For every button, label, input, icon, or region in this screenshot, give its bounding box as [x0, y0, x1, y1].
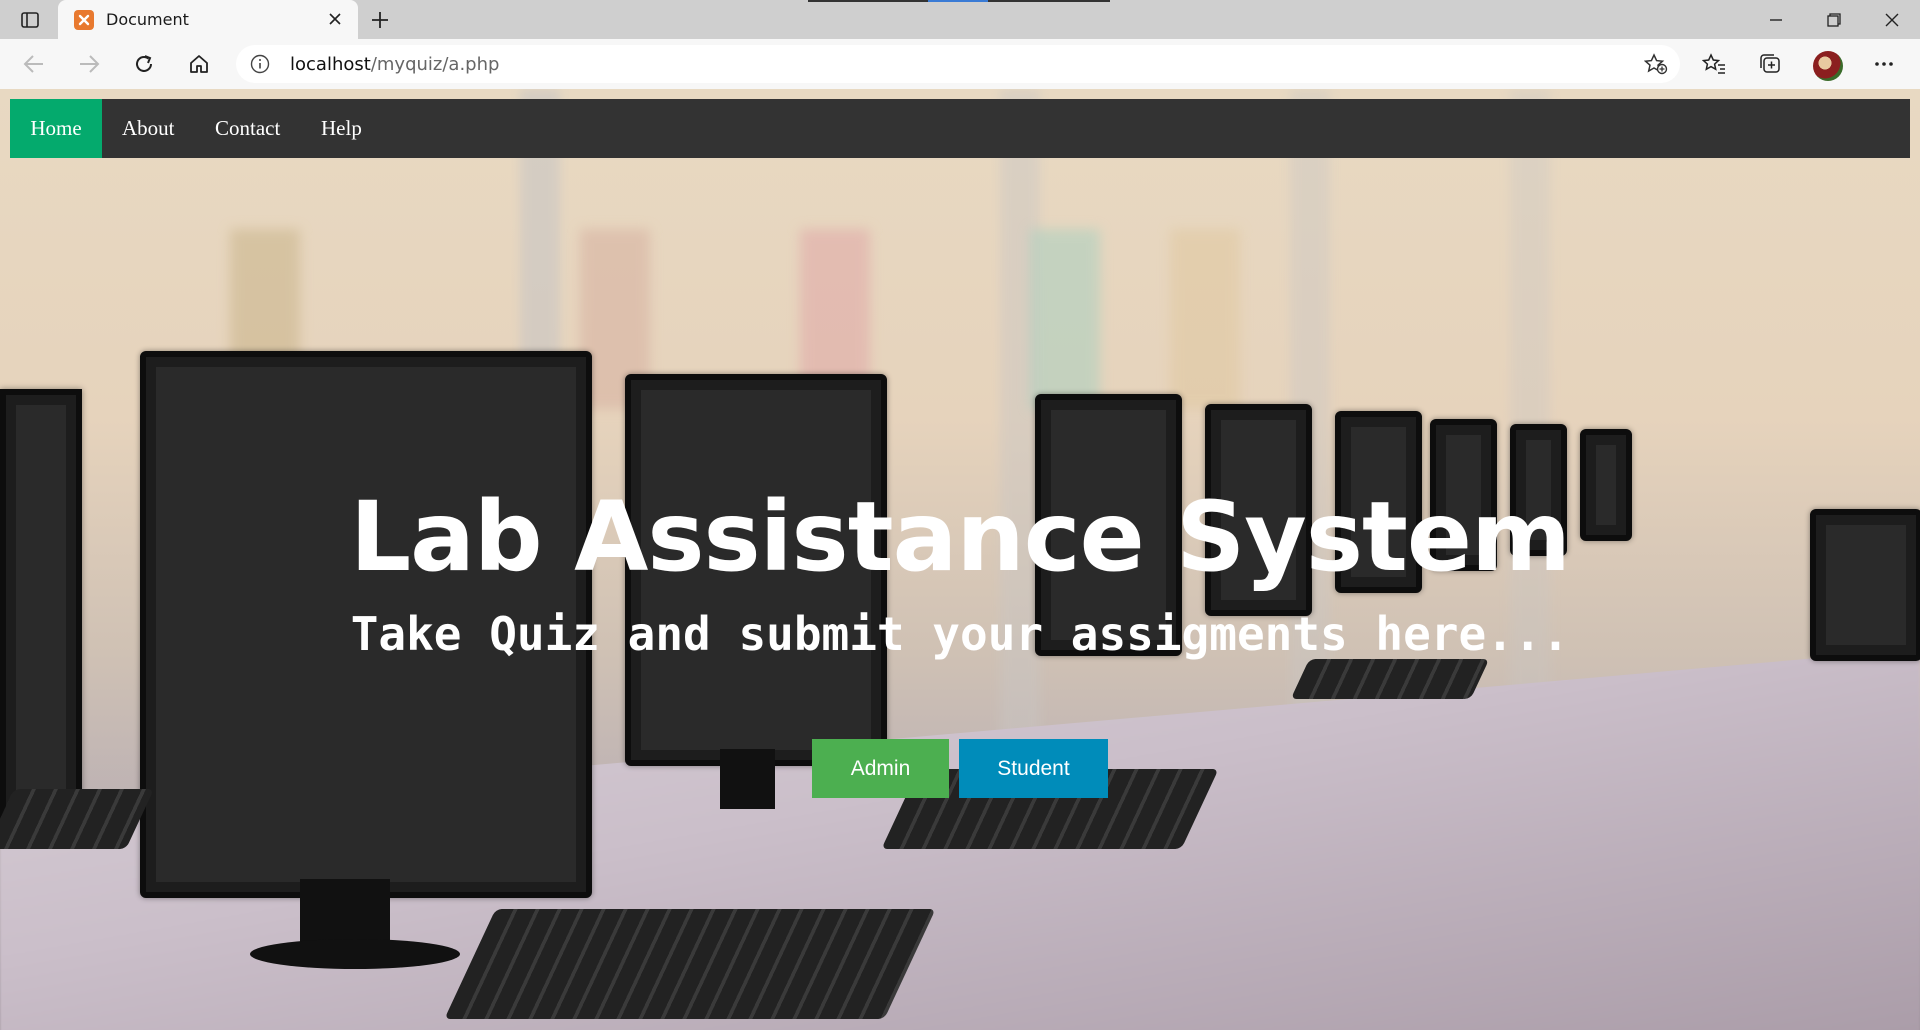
home-icon[interactable]	[185, 50, 213, 78]
restore-icon[interactable]	[1806, 0, 1862, 39]
favorites-icon[interactable]	[1700, 50, 1728, 78]
nav-about[interactable]: About	[122, 99, 175, 158]
top-navbar: Home About Contact Help	[10, 99, 1910, 158]
add-favorite-icon[interactable]	[1644, 53, 1668, 75]
collections-icon[interactable]	[1756, 50, 1784, 78]
profile-avatar[interactable]	[1813, 51, 1843, 81]
page-viewport: Home About Contact Help Lab Assistance S…	[0, 89, 1920, 1030]
admin-button[interactable]: Admin	[812, 739, 949, 798]
tab-actions-icon[interactable]	[18, 10, 42, 30]
back-icon[interactable]	[20, 50, 48, 78]
close-tab-icon[interactable]	[326, 10, 344, 28]
close-window-icon[interactable]	[1864, 0, 1920, 39]
student-button[interactable]: Student	[959, 739, 1108, 798]
url-host: localhost	[290, 54, 371, 75]
browser-tab[interactable]: Document	[58, 0, 358, 39]
minimize-icon[interactable]	[1748, 0, 1804, 39]
page-title: Lab Assistance System	[349, 481, 1571, 593]
new-tab-icon[interactable]	[368, 8, 392, 32]
forward-icon[interactable]	[75, 50, 103, 78]
address-bar-row: localhost/myquiz/a.php	[0, 39, 1920, 89]
tab-title: Document	[106, 10, 189, 29]
site-info-icon[interactable]	[250, 54, 270, 74]
url-text: localhost/myquiz/a.php	[290, 54, 499, 75]
nav-home[interactable]: Home	[10, 99, 102, 158]
url-path: /myquiz/a.php	[370, 54, 500, 75]
xampp-favicon-icon	[74, 9, 94, 30]
drag-indicator	[808, 0, 1110, 2]
browser-tab-strip: Document	[0, 0, 1920, 39]
page-subtitle: Take Quiz and submit your assigments her…	[350, 607, 1570, 661]
refresh-icon[interactable]	[130, 50, 158, 78]
more-options-icon[interactable]	[1870, 50, 1898, 78]
url-field[interactable]: localhost/myquiz/a.php	[236, 45, 1680, 83]
nav-help[interactable]: Help	[321, 99, 362, 158]
nav-contact[interactable]: Contact	[215, 99, 280, 158]
